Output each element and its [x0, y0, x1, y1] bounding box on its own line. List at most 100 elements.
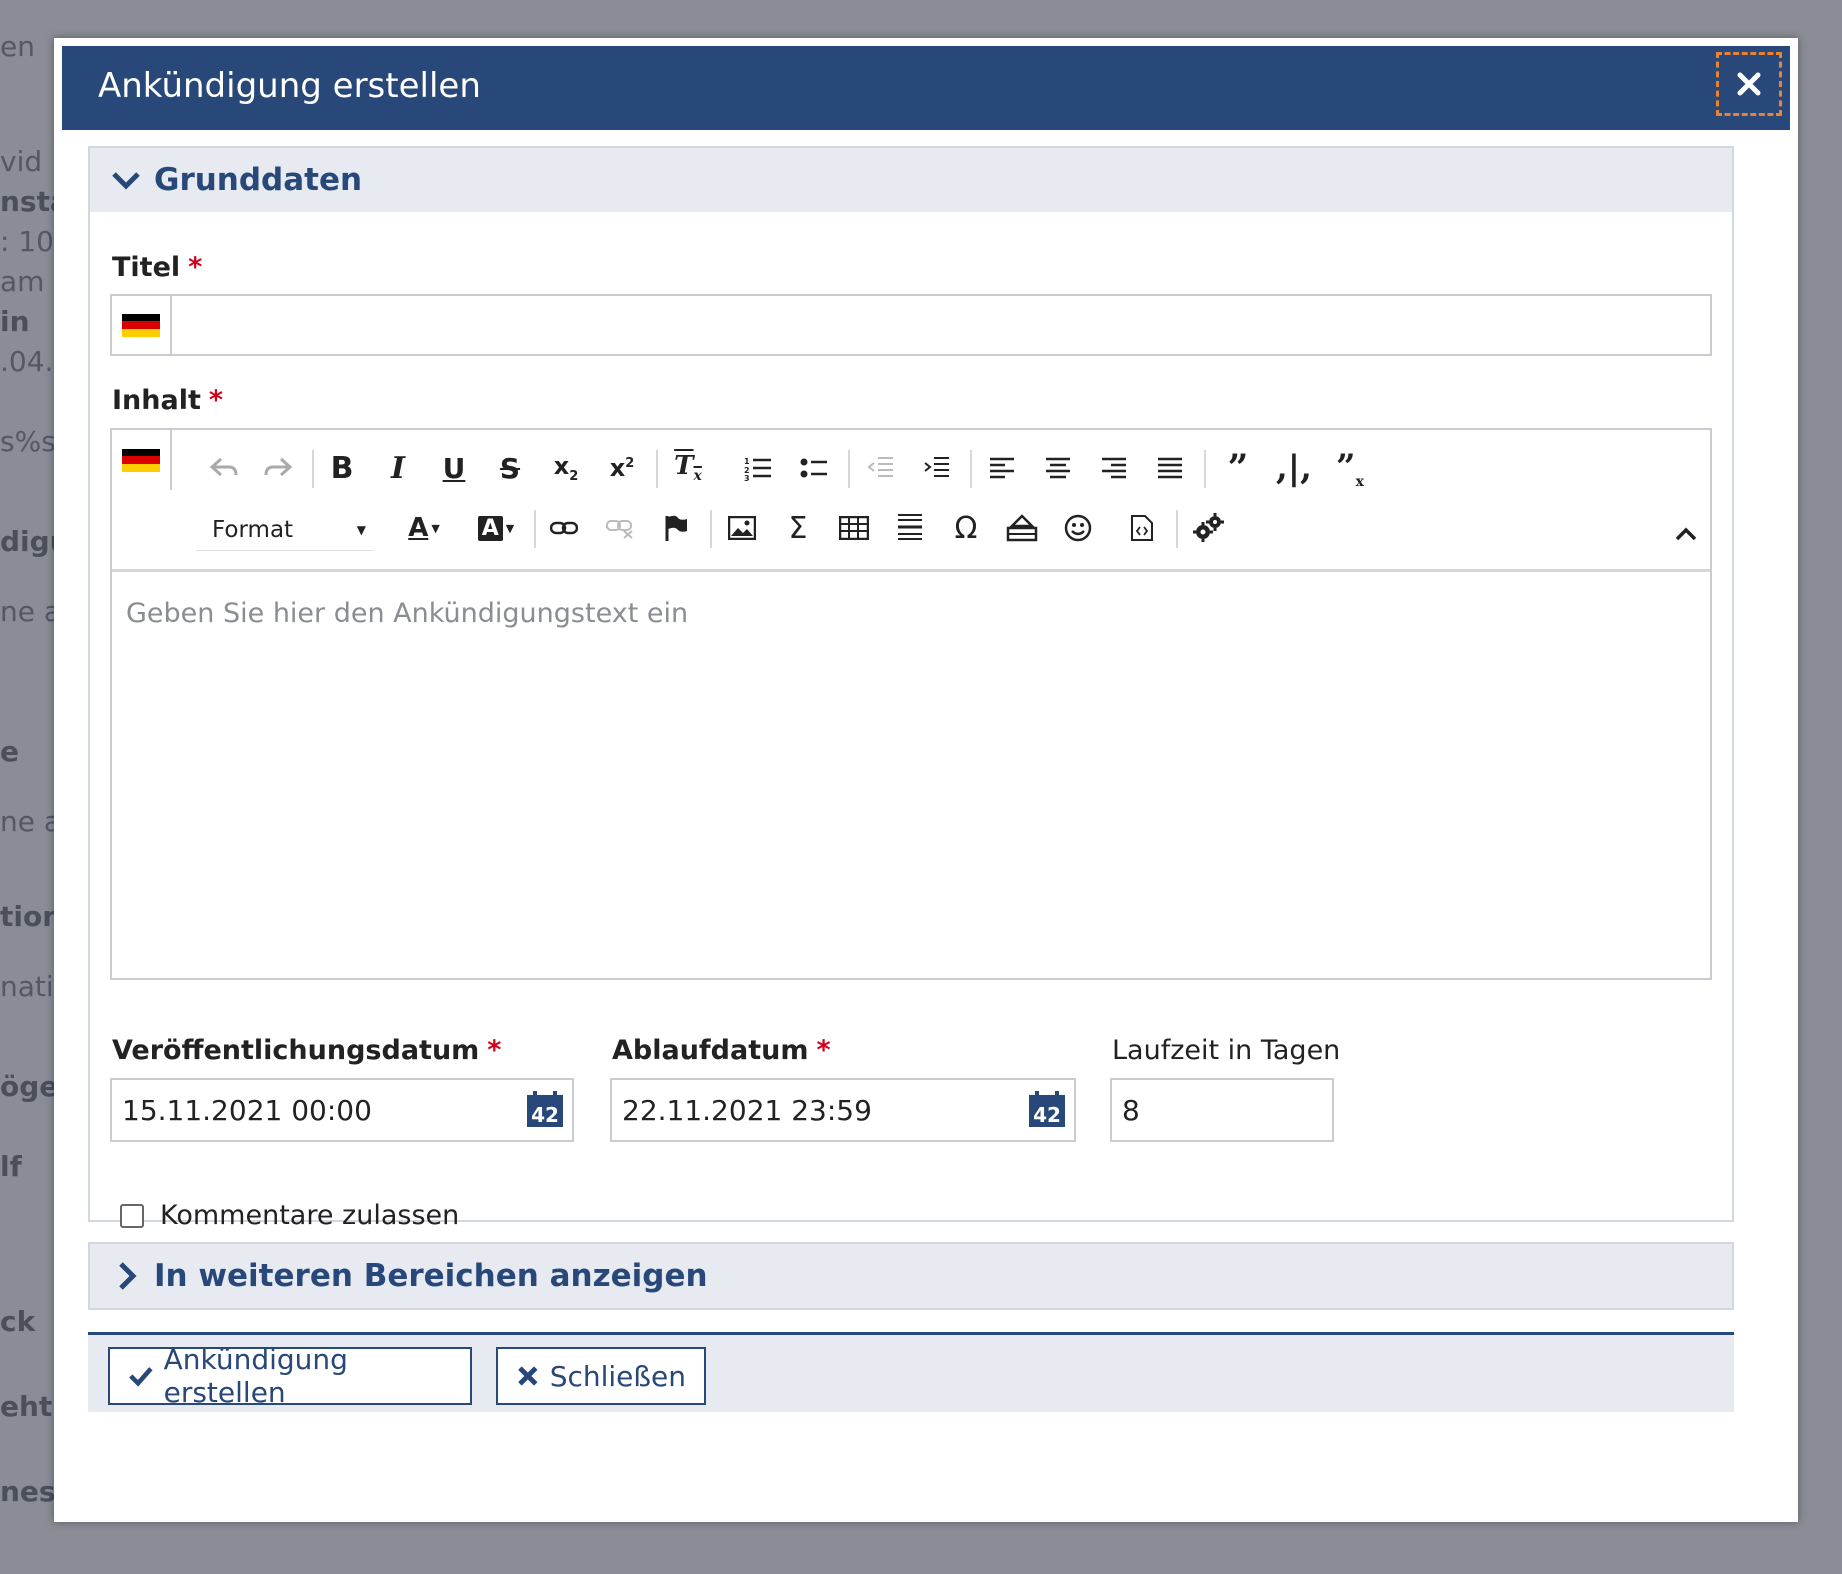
section-basic-data: Grunddaten Titel * Inhalt * B I U S x2 x…	[88, 146, 1734, 1231]
bullet-list-button[interactable]	[794, 448, 834, 488]
undo-button[interactable]	[204, 448, 244, 488]
toolbar-separator	[1176, 510, 1178, 548]
publish-date-field[interactable]: 15.11.2021 00:00 42	[110, 1078, 574, 1142]
toolbar-separator	[534, 510, 536, 548]
title-input[interactable]	[174, 296, 1714, 356]
flag-icon	[665, 515, 687, 541]
bg-text: lf	[0, 1150, 22, 1183]
title-label-text: Titel	[112, 252, 181, 283]
section-more-heading: In weiteren Bereichen anzeigen	[154, 1258, 708, 1294]
italic-icon: I	[390, 450, 406, 486]
expiry-date-field[interactable]: 22.11.2021 23:59 42	[610, 1078, 1076, 1142]
outdent-icon	[867, 457, 893, 477]
language-flag-de[interactable]	[112, 430, 172, 490]
format-dropdown[interactable]: Format ▼	[196, 510, 374, 551]
close-button-label: Schließen	[549, 1359, 686, 1393]
anchor-button[interactable]	[656, 508, 696, 548]
chevron-down-icon	[112, 172, 140, 190]
strikethrough-button[interactable]: S	[490, 448, 530, 488]
background-color-button[interactable]: A ▼	[468, 508, 524, 548]
svg-text:1: 1	[744, 457, 750, 466]
toolbar-separator	[312, 450, 314, 488]
justify-button[interactable]	[1150, 448, 1190, 488]
section-basic-toggle[interactable]: Grunddaten	[90, 148, 1732, 212]
editor-placeholder[interactable]: Geben Sie hier den Ankündigungstext ein	[126, 598, 688, 629]
quote-remove-icon: ”x	[1336, 446, 1364, 490]
superscript-button[interactable]: x2	[602, 448, 642, 488]
subscript-button[interactable]: x2	[546, 448, 586, 488]
blockquote-button[interactable]: ”	[1218, 447, 1258, 489]
bg-text: en	[0, 30, 35, 63]
indent-icon	[924, 457, 949, 477]
math-button[interactable]: Σ	[778, 508, 818, 548]
page-break-icon	[1006, 514, 1038, 542]
subscript-icon: x2	[553, 452, 579, 484]
close-icon	[1737, 72, 1761, 96]
allow-comments-checkbox[interactable]	[120, 1204, 144, 1228]
dialog-footer: Ankündigung erstellen Schließen	[88, 1332, 1734, 1412]
toolbar-separator	[970, 450, 972, 488]
remove-format-icon: Tx	[674, 451, 702, 485]
dialog-header: Ankündigung erstellen	[62, 46, 1790, 130]
dialog-title: Ankündigung erstellen	[98, 66, 481, 106]
align-left-button[interactable]	[982, 448, 1022, 488]
chevron-up-icon	[1675, 527, 1697, 541]
source-code-icon	[1131, 515, 1153, 541]
align-right-icon	[1102, 457, 1126, 479]
redo-button[interactable]	[258, 448, 298, 488]
underline-button[interactable]: U	[434, 448, 474, 488]
bullet-list-icon	[800, 458, 827, 478]
blockquote-split-button[interactable]: ,|,	[1274, 448, 1314, 488]
horizontal-line-button[interactable]	[890, 508, 930, 548]
required-mark: *	[188, 252, 203, 283]
close-icon	[518, 1366, 538, 1386]
align-right-button[interactable]	[1094, 448, 1134, 488]
superscript-icon: x2	[609, 454, 635, 482]
create-announcement-button[interactable]: Ankündigung erstellen	[108, 1343, 472, 1409]
image-button[interactable]	[722, 508, 762, 548]
duration-field[interactable]: 8	[1110, 1078, 1334, 1142]
text-color-icon: A	[408, 513, 429, 543]
title-field	[110, 294, 1714, 356]
create-announcement-dialog: Ankündigung erstellen Grunddaten Titel*	[54, 38, 1798, 1522]
source-button[interactable]	[1122, 508, 1162, 548]
link-button[interactable]	[544, 508, 584, 548]
bg-text: in	[0, 305, 30, 338]
language-flag-de[interactable]	[112, 296, 172, 354]
underline-icon: U	[442, 451, 466, 485]
allow-comments-label[interactable]: Kommentare zulassen	[160, 1200, 459, 1231]
remove-blockquote-button[interactable]: ”x	[1330, 446, 1370, 490]
strikethrough-icon: S	[499, 451, 521, 485]
align-center-button[interactable]	[1038, 448, 1078, 488]
toolbar-separator	[1204, 450, 1206, 488]
bg-text: vid	[0, 145, 43, 178]
settings-button[interactable]	[1188, 508, 1228, 548]
numbered-list-button[interactable]: 123	[738, 448, 778, 488]
unlink-button[interactable]	[600, 508, 640, 548]
remove-format-button[interactable]: Tx	[668, 448, 708, 488]
calendar-icon[interactable]: 42	[526, 1090, 564, 1128]
align-justify-icon	[1158, 457, 1182, 479]
italic-button[interactable]: I	[378, 448, 418, 488]
svg-text:3: 3	[744, 474, 750, 481]
outdent-button[interactable]	[860, 448, 900, 488]
chevron-down-icon: ▼	[356, 523, 366, 537]
required-mark: *	[816, 1035, 831, 1066]
dialog-close-button[interactable]	[1716, 52, 1782, 116]
bold-icon: B	[330, 450, 354, 486]
special-char-button[interactable]: Ω	[946, 508, 986, 548]
horizontal-line-icon	[898, 514, 922, 540]
smiley-button[interactable]	[1058, 508, 1098, 548]
bold-button[interactable]: B	[322, 448, 362, 488]
table-button[interactable]	[834, 508, 874, 548]
page-break-button[interactable]	[1002, 508, 1042, 548]
close-button[interactable]: Schließen	[496, 1347, 706, 1405]
section-more-toggle[interactable]: In weiteren Bereichen anzeigen	[90, 1244, 1732, 1308]
calendar-icon[interactable]: 42	[1028, 1090, 1066, 1128]
format-dropdown-label: Format	[212, 517, 294, 543]
collapse-toolbar-button[interactable]	[1666, 514, 1706, 554]
text-color-button[interactable]: A ▼	[398, 508, 450, 548]
duration-label: Laufzeit in Tagen	[1112, 1035, 1341, 1066]
indent-button[interactable]	[916, 448, 956, 488]
bg-text: e	[0, 735, 19, 768]
